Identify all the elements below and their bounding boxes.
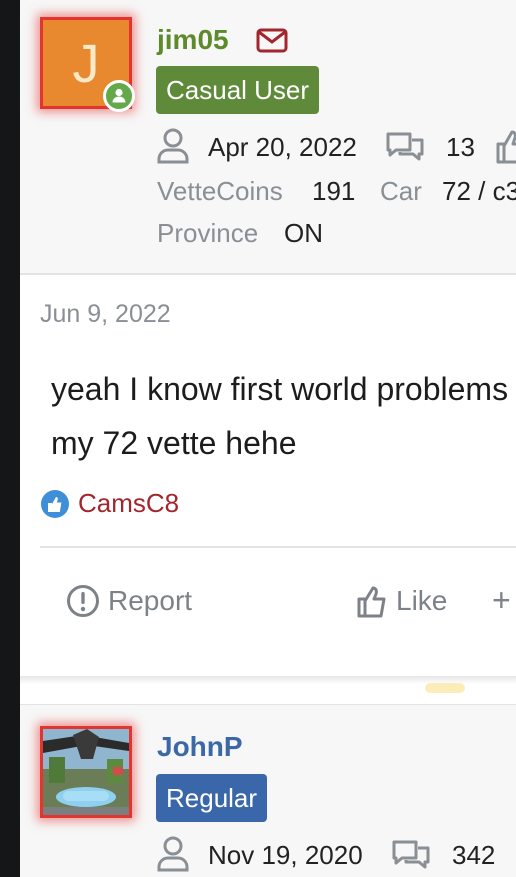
vettecoins-value: 191 bbox=[312, 176, 356, 206]
message-line: my 72 vette hehe bbox=[51, 425, 297, 461]
user-icon bbox=[156, 128, 190, 169]
avatar-image bbox=[43, 729, 129, 815]
vettecoins-label: VetteCoins bbox=[157, 176, 283, 206]
message-count: 13 bbox=[446, 132, 475, 162]
avatar[interactable]: J bbox=[40, 17, 135, 112]
message-line: yeah I know first world problems bbox=[51, 371, 509, 407]
username[interactable]: jim05 bbox=[157, 24, 229, 56]
left-rail bbox=[0, 0, 20, 877]
car-label: Car bbox=[380, 176, 422, 206]
post-date[interactable]: Jun 9, 2022 bbox=[40, 300, 171, 329]
envelope-icon[interactable] bbox=[256, 28, 288, 59]
highlight-mark bbox=[425, 683, 465, 693]
reaction-user[interactable]: CamsC8 bbox=[78, 488, 179, 519]
user-icon bbox=[156, 836, 190, 877]
post-message: yeah I know first world problems my 72 v… bbox=[51, 362, 508, 470]
divider bbox=[40, 546, 516, 548]
user-rank-badge: Regular bbox=[156, 774, 268, 822]
messages-icon bbox=[390, 838, 432, 877]
add-reaction-button[interactable]: + bbox=[492, 582, 511, 619]
plus-icon: + bbox=[492, 582, 511, 618]
like-reaction-icon bbox=[41, 489, 69, 518]
username[interactable]: JohnP bbox=[157, 731, 243, 763]
report-button[interactable]: Report bbox=[66, 584, 192, 618]
joined-date: Nov 19, 2020 bbox=[208, 840, 363, 870]
province-value: ON bbox=[284, 218, 323, 248]
joined-date: Apr 20, 2022 bbox=[208, 132, 357, 162]
message-count: 342 bbox=[452, 840, 496, 870]
like-button[interactable]: Like bbox=[356, 584, 447, 618]
online-status-icon bbox=[103, 80, 135, 112]
like-label: Like bbox=[396, 585, 448, 616]
avatar[interactable] bbox=[40, 726, 132, 818]
reaction-summary[interactable]: CamsC8 bbox=[40, 488, 179, 519]
car-value: 72 / c3 bbox=[442, 176, 516, 206]
thread-content: J jim05 Casual User Apr 20, 2022 13 Vett… bbox=[20, 0, 516, 877]
report-label: Report bbox=[108, 585, 193, 616]
thumbs-up-icon bbox=[357, 586, 386, 618]
report-icon bbox=[67, 585, 99, 617]
province-label: Province bbox=[157, 218, 259, 248]
user-rank-badge: Casual User bbox=[156, 66, 320, 114]
messages-icon bbox=[384, 130, 426, 169]
thumbs-up-icon bbox=[494, 128, 516, 169]
post-author-block: J jim05 Casual User Apr 20, 2022 13 Vett… bbox=[20, 0, 516, 275]
